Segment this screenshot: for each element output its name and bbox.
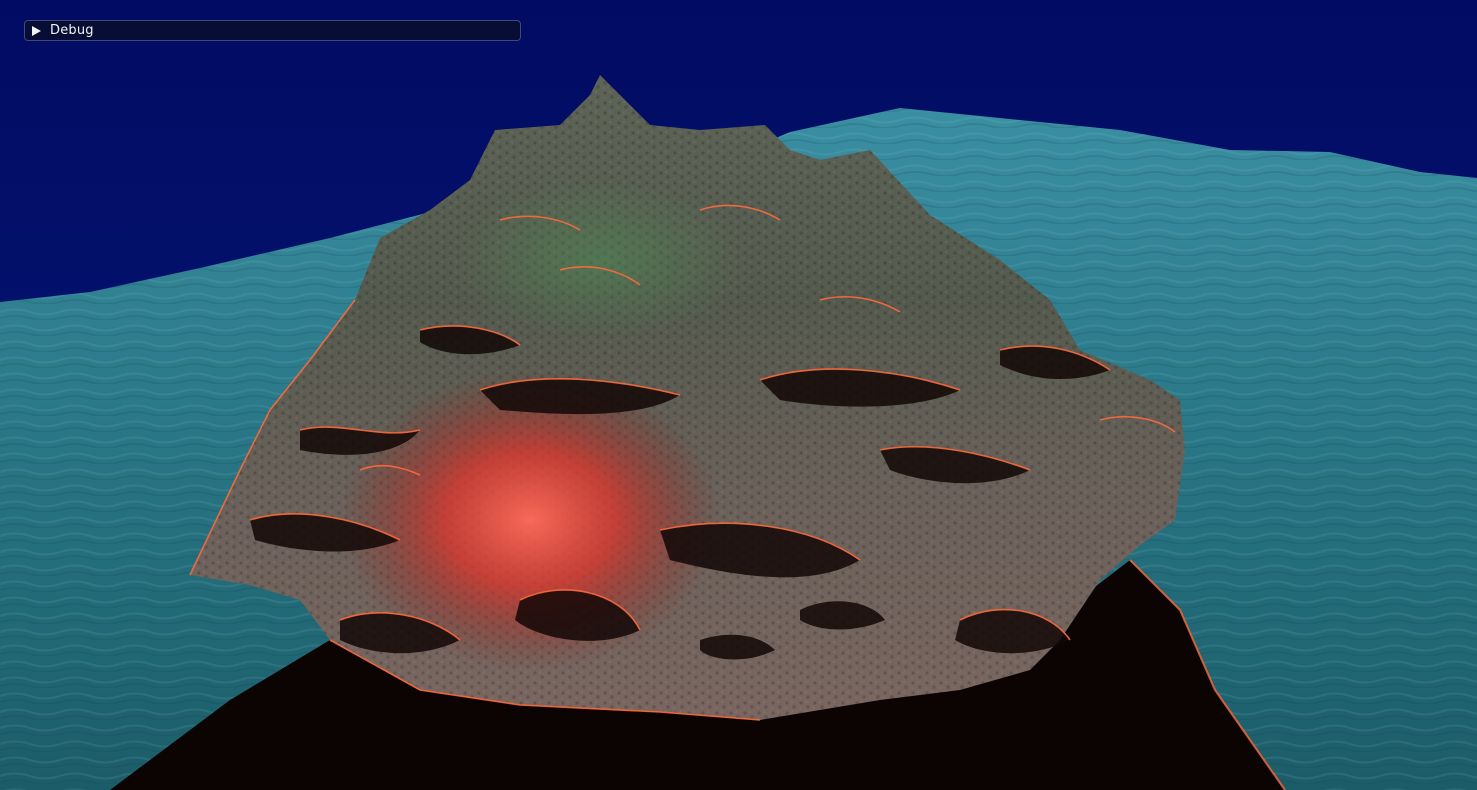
- terrain-scene: [0, 0, 1477, 790]
- game-viewport[interactable]: Debug: [0, 0, 1477, 790]
- debug-panel-header[interactable]: Debug: [24, 20, 521, 41]
- triangle-right-icon: [32, 25, 41, 36]
- debug-panel-label: Debug: [50, 23, 94, 38]
